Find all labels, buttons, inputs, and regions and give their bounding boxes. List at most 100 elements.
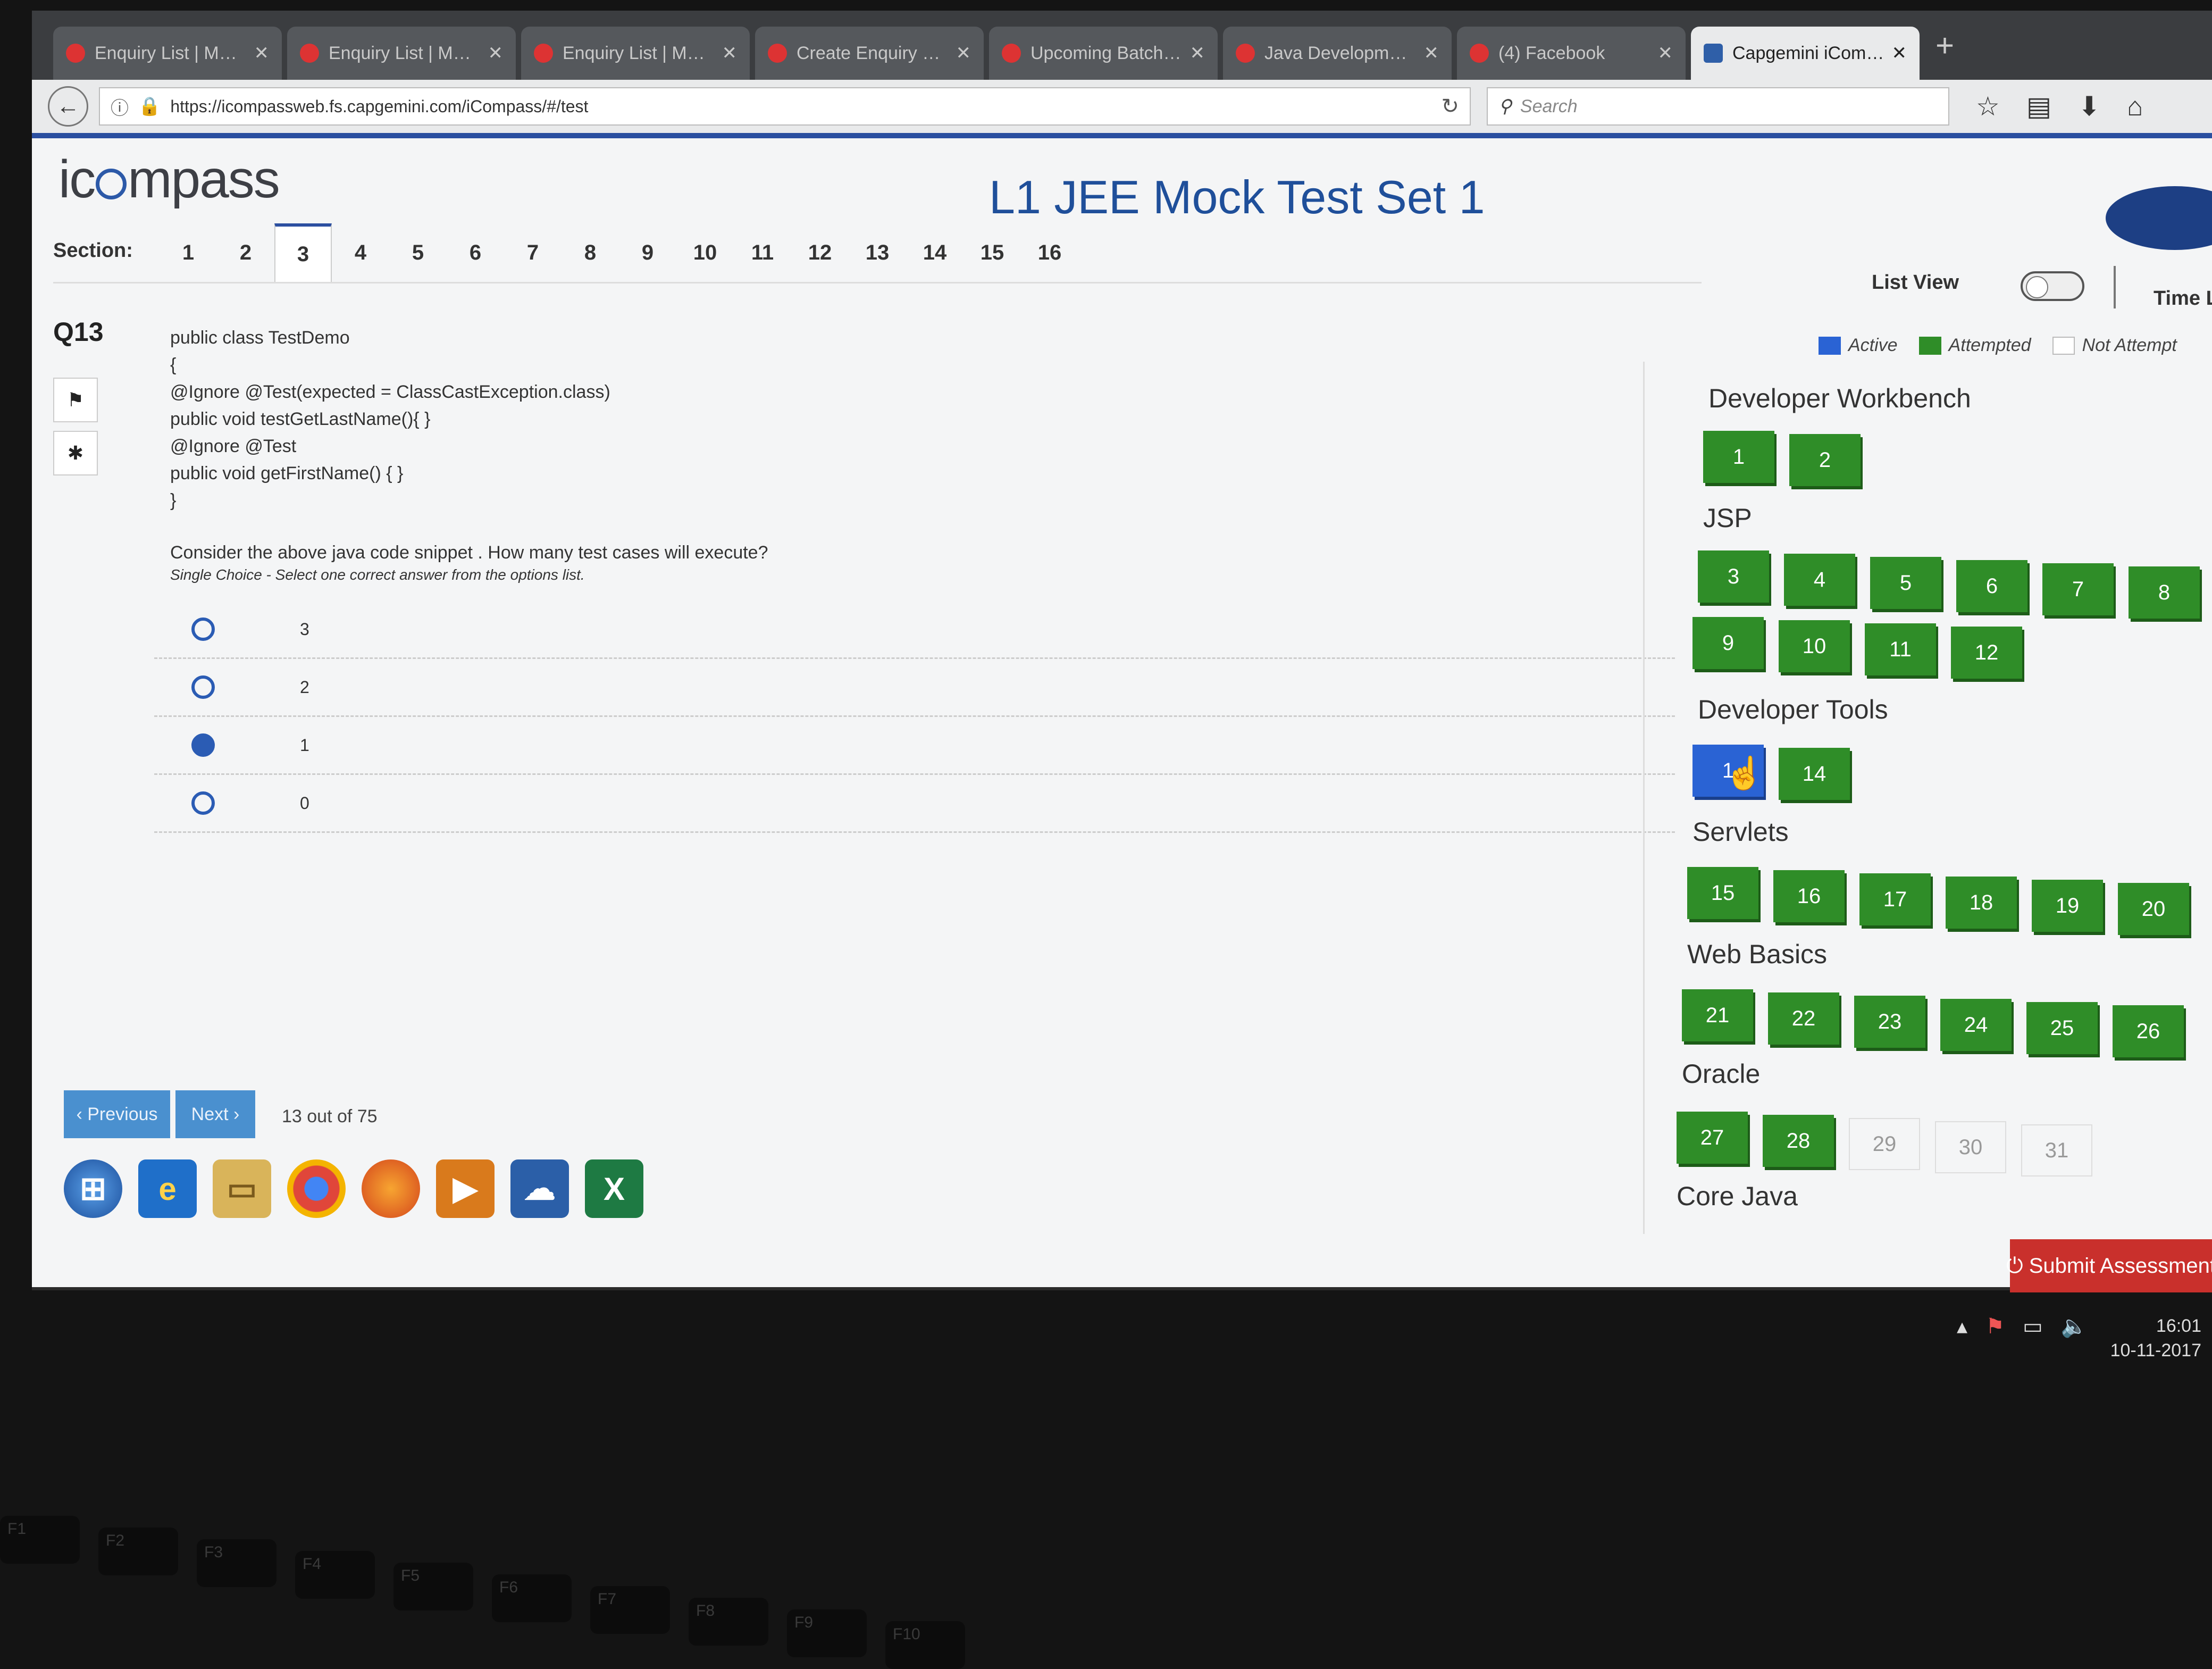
search-input[interactable]: ⚲ Search <box>1487 87 1949 126</box>
reload-icon[interactable]: ↻ <box>1441 94 1459 119</box>
browser-tab[interactable]: Java Development Tra ✕ <box>1223 27 1452 80</box>
question-nav-button[interactable]: 15 <box>1687 867 1758 919</box>
start-orb-icon[interactable]: ⊞ <box>64 1159 122 1218</box>
answer-radio[interactable] <box>191 675 215 699</box>
function-key[interactable]: F5 <box>393 1563 473 1610</box>
firefox-icon[interactable] <box>362 1159 420 1218</box>
function-key[interactable]: F6 <box>492 1574 572 1622</box>
tab-close-icon[interactable]: ✕ <box>488 43 504 64</box>
function-key[interactable]: F4 <box>295 1551 375 1599</box>
question-nav-button[interactable]: 9 <box>1692 617 1764 669</box>
question-nav-button[interactable]: 20 <box>2118 883 2189 935</box>
section-tab-13[interactable]: 13 <box>849 223 906 282</box>
file-explorer-icon[interactable]: ▭ <box>213 1159 271 1218</box>
answer-option[interactable]: 1 <box>154 717 1675 775</box>
flag-button[interactable]: ⚑ <box>53 378 98 422</box>
function-key[interactable]: F9 <box>787 1609 867 1657</box>
browser-tab[interactable]: Create Enquiry Form | ✕ <box>755 27 984 80</box>
network-app-icon[interactable]: ☁ <box>510 1159 569 1218</box>
question-nav-button[interactable]: 18 <box>1946 877 2017 929</box>
action-center-flag-icon[interactable]: ⚑ <box>1985 1314 2005 1339</box>
question-nav-button[interactable]: 8 <box>2129 566 2200 619</box>
section-tab-15[interactable]: 15 <box>963 223 1021 282</box>
function-key[interactable]: F7 <box>590 1586 670 1634</box>
answer-option[interactable]: 3 <box>154 601 1675 659</box>
question-nav-button[interactable]: 25 <box>2026 1002 2098 1054</box>
section-tab-5[interactable]: 5 <box>389 223 447 282</box>
clipboard-icon[interactable]: ▤ <box>2026 91 2051 122</box>
question-nav-button[interactable]: 16 <box>1773 870 1845 922</box>
section-tab-12[interactable]: 12 <box>791 223 849 282</box>
question-nav-button[interactable]: 2 <box>1789 434 1861 486</box>
question-nav-button[interactable]: 30 <box>1935 1121 2006 1173</box>
tab-close-icon[interactable]: ✕ <box>1424 43 1439 64</box>
section-tab-10[interactable]: 10 <box>676 223 734 282</box>
question-nav-button[interactable]: 4 <box>1784 554 1855 606</box>
browser-tab[interactable]: Enquiry List | Manage ✕ <box>53 27 282 80</box>
back-button[interactable]: ← <box>48 86 88 127</box>
function-key[interactable]: F10 <box>885 1621 965 1669</box>
next-button[interactable]: Next › <box>175 1090 255 1138</box>
question-nav-button[interactable]: 28 <box>1763 1115 1834 1167</box>
address-bar[interactable]: ⓘ 🔒 https://icompassweb.fs.capgemini.com… <box>99 87 1471 126</box>
browser-tab[interactable]: Enquiry List | Manage ✕ <box>521 27 750 80</box>
question-nav-button[interactable]: 14 <box>1779 748 1850 800</box>
section-tab-8[interactable]: 8 <box>562 223 619 282</box>
section-tab-1[interactable]: 1 <box>160 223 217 282</box>
question-nav-button[interactable]: 7 <box>2042 563 2114 615</box>
answer-radio[interactable] <box>191 791 215 815</box>
download-icon[interactable]: ⬇ <box>2078 91 2100 122</box>
answer-radio[interactable] <box>191 617 215 641</box>
new-tab-icon[interactable]: + <box>1936 27 1954 64</box>
question-nav-button[interactable]: 26 <box>2113 1005 2184 1057</box>
question-nav-button[interactable]: 24 <box>1940 999 2012 1051</box>
browser-tab[interactable]: Upcoming Batches - E ✕ <box>989 27 1218 80</box>
answer-radio[interactable] <box>191 733 215 757</box>
question-nav-button[interactable]: 19 <box>2032 880 2103 932</box>
home-icon[interactable]: ⌂ <box>2127 91 2143 122</box>
question-nav-button[interactable]: 12 <box>1951 627 2022 679</box>
browser-tab[interactable]: Enquiry List | Manage ✕ <box>287 27 516 80</box>
question-nav-button[interactable]: 10 <box>1779 620 1850 672</box>
tab-close-icon[interactable]: ✕ <box>956 43 971 64</box>
question-nav-button[interactable]: 27 <box>1677 1112 1748 1164</box>
question-nav-button[interactable]: 22 <box>1768 992 1839 1045</box>
tab-close-icon[interactable]: ✕ <box>1892 43 1907 64</box>
section-tab-16[interactable]: 16 <box>1021 223 1078 282</box>
question-nav-button[interactable]: 29 <box>1849 1118 1920 1170</box>
question-nav-button[interactable]: 1 <box>1703 431 1774 483</box>
question-nav-button[interactable]: 31 <box>2021 1124 2092 1176</box>
question-nav-button[interactable]: 11 <box>1865 623 1936 675</box>
function-key[interactable]: F1 <box>0 1516 80 1564</box>
bookmark-star-icon[interactable]: ☆ <box>1976 91 2000 122</box>
question-nav-button[interactable]: 17 <box>1859 873 1931 925</box>
section-tab-2[interactable]: 2 <box>217 223 274 282</box>
question-nav-button[interactable]: 5 <box>1870 557 1941 609</box>
question-nav-button[interactable]: 3 <box>1698 550 1769 603</box>
chrome-icon[interactable] <box>287 1159 346 1218</box>
section-tab-3[interactable]: 3 <box>274 223 332 282</box>
function-key[interactable]: F3 <box>197 1539 276 1587</box>
function-key[interactable]: F8 <box>689 1598 768 1646</box>
internet-explorer-icon[interactable]: e <box>138 1159 197 1218</box>
browser-tab[interactable]: Capgemini iCompass ✕ <box>1691 27 1920 80</box>
tray-expand-icon[interactable]: ▴ <box>1957 1314 1967 1339</box>
question-nav-button[interactable]: 23 <box>1854 996 1925 1048</box>
network-icon[interactable]: ▭ <box>2023 1314 2043 1339</box>
tab-close-icon[interactable]: ✕ <box>1190 43 1205 64</box>
answer-option[interactable]: 0 <box>154 775 1675 833</box>
tab-close-icon[interactable]: ✕ <box>254 43 270 64</box>
browser-tab[interactable]: (4) Facebook ✕ <box>1457 27 1686 80</box>
tab-close-icon[interactable]: ✕ <box>1658 43 1673 64</box>
submit-assessment-button[interactable]: ⏻ Submit Assessment <box>2006 1239 2212 1292</box>
section-tab-14[interactable]: 14 <box>906 223 963 282</box>
section-tab-4[interactable]: 4 <box>332 223 389 282</box>
media-player-icon[interactable]: ▶ <box>436 1159 495 1218</box>
question-nav-button[interactable]: 6 <box>1956 560 2027 612</box>
answer-option[interactable]: 2 <box>154 659 1675 717</box>
volume-icon[interactable]: 🔈 <box>2061 1314 2088 1339</box>
report-bug-button[interactable]: ✱ <box>53 431 98 475</box>
function-key[interactable]: F2 <box>98 1528 178 1575</box>
section-tab-7[interactable]: 7 <box>504 223 562 282</box>
section-tab-11[interactable]: 11 <box>734 223 791 282</box>
